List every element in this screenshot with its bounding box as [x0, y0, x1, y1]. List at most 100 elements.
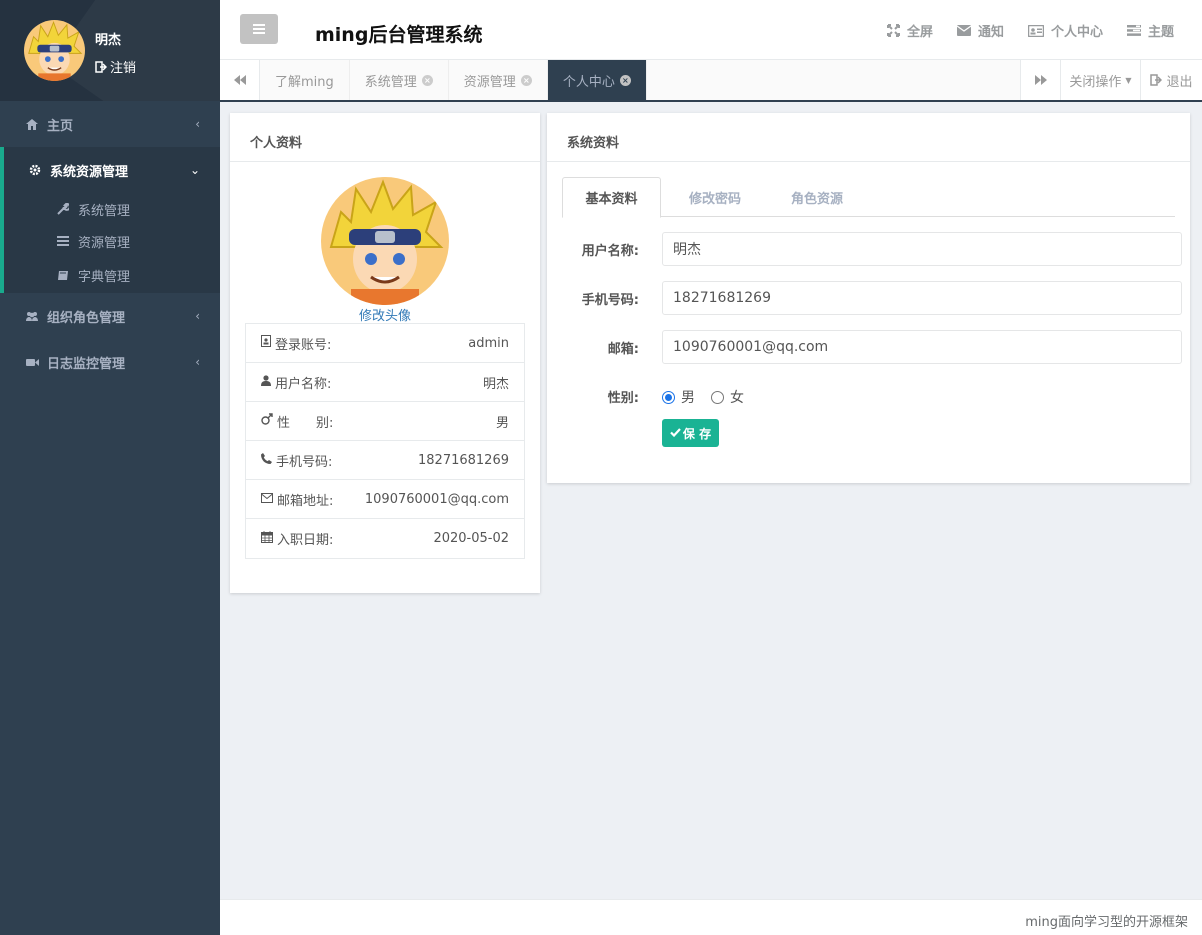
- wrench-icon: [56, 203, 70, 215]
- forward-icon: [1034, 75, 1047, 85]
- sidebar-item-resource[interactable]: 资源管理: [4, 225, 220, 257]
- tab-scroll-right-button[interactable]: [1020, 60, 1060, 100]
- male-icon: [261, 413, 273, 429]
- list-icon: [56, 236, 70, 246]
- sidebar-item-dict-label: 字典管理: [78, 269, 131, 285]
- gender-female-radio[interactable]: 女: [711, 387, 744, 407]
- tab-personal-center[interactable]: 个人中心 ×: [547, 60, 647, 100]
- sign-out-icon: [1150, 74, 1163, 86]
- profile-info-list: 登录账号: admin 用户名称: 明杰 性 别: 男 手机号码: 182716…: [245, 323, 525, 559]
- info-value: 18271681269: [418, 452, 509, 468]
- gender-row: 性别: 男 女: [547, 379, 1190, 413]
- menu-toggle-button[interactable]: [240, 14, 278, 44]
- users-icon: [25, 309, 39, 323]
- home-icon: [25, 117, 39, 131]
- tasks-icon: [1126, 25, 1141, 36]
- info-value: 男: [495, 415, 509, 431]
- list-item: 手机号码: 18271681269: [246, 441, 524, 480]
- id-card-icon: [1027, 24, 1044, 37]
- chevron-down-icon: ⌄: [189, 163, 200, 177]
- tab-basic-info[interactable]: 基本资料: [562, 177, 661, 218]
- system-panel-title: 系统资料: [547, 113, 1190, 162]
- close-operations-dropdown[interactable]: 关闭操作 ▼: [1060, 60, 1140, 100]
- chevron-left-icon: ‹: [195, 117, 200, 131]
- tab-about[interactable]: 了解ming: [260, 60, 350, 100]
- account-icon: [261, 335, 271, 351]
- save-label: 保 存: [682, 426, 712, 441]
- envelope-icon: [956, 25, 971, 36]
- nav-system-resource-label: 系统资源管理: [50, 164, 129, 180]
- exit-button[interactable]: 退出: [1140, 60, 1202, 100]
- tab-role-resources[interactable]: 角色资源: [770, 177, 864, 217]
- user-profile: 明杰 注销: [0, 0, 220, 101]
- exit-label: 退出: [1166, 74, 1193, 90]
- close-icon[interactable]: ×: [619, 74, 631, 86]
- gender-label: 性别:: [607, 391, 639, 406]
- info-label: 入职日期:: [277, 533, 334, 548]
- calendar-icon: [261, 530, 273, 547]
- theme-button[interactable]: 主题: [1126, 21, 1174, 40]
- phone-label: 手机号码:: [581, 293, 639, 308]
- personal-center-button[interactable]: 个人中心: [1027, 21, 1103, 40]
- logout-link[interactable]: 注销: [95, 57, 136, 76]
- nav-org-role[interactable]: 组织角色管理 ‹: [0, 293, 220, 339]
- close-operations-label: 关闭操作: [1069, 74, 1122, 90]
- username-field[interactable]: 明杰: [662, 232, 1182, 266]
- user-icon: [261, 374, 271, 390]
- sidebar-item-system[interactable]: 系统管理: [4, 193, 220, 225]
- envelope-icon: [261, 492, 273, 507]
- theme-label: 主题: [1147, 25, 1174, 40]
- fullscreen-label: 全屏: [906, 25, 933, 40]
- sidebar-item-dict[interactable]: 字典管理: [4, 257, 220, 293]
- sidebar: 明杰 注销 主页 ‹ 系统资源管理 ⌄ 系统管理 资源管理 字典管理 组织角色管…: [0, 0, 220, 935]
- nav-home-label: 主页: [47, 118, 74, 134]
- user-name: 明杰: [95, 33, 122, 48]
- tab-personal-center-label: 个人中心: [562, 74, 615, 90]
- gender-male-label: 男: [681, 390, 695, 406]
- nav-system-resource[interactable]: 系统资源管理 ⌄: [4, 147, 220, 193]
- tab-system[interactable]: 系统管理 ×: [349, 60, 449, 100]
- info-value: admin: [468, 335, 509, 351]
- nav-log-monitor-label: 日志监控管理: [47, 356, 126, 372]
- top-actions: 全屏 通知 个人中心 主题: [886, 21, 1174, 40]
- notify-button[interactable]: 通知: [956, 21, 1004, 40]
- list-item: 登录账号: admin: [246, 324, 524, 363]
- footer: ming面向学习型的开源框架: [220, 899, 1202, 935]
- avatar[interactable]: [321, 177, 449, 305]
- radio-unchecked-icon: [711, 390, 724, 404]
- info-label: 手机号码:: [276, 454, 333, 470]
- info-value: 1090760001@qq.com: [364, 491, 509, 507]
- fullscreen-button[interactable]: 全屏: [886, 21, 933, 40]
- profile-panel-title: 个人资料: [230, 113, 540, 162]
- sidebar-item-system-label: 系统管理: [78, 203, 131, 219]
- email-field[interactable]: 1090760001@qq.com: [662, 330, 1182, 364]
- list-item: 邮箱地址: 1090760001@qq.com: [246, 480, 524, 519]
- logout-label: 注销: [110, 61, 137, 76]
- tab-resource[interactable]: 资源管理 ×: [448, 60, 548, 100]
- gender-male-radio[interactable]: 男: [662, 387, 695, 407]
- username-label: 用户名称:: [581, 244, 639, 259]
- avatar[interactable]: [24, 20, 85, 81]
- close-icon[interactable]: ×: [421, 74, 433, 86]
- personal-center-label: 个人中心: [1050, 25, 1103, 40]
- nav-home[interactable]: 主页 ‹: [0, 101, 220, 147]
- tab-right-actions: 关闭操作 ▼ 退出: [1020, 60, 1202, 100]
- tab-scroll-left-button[interactable]: [220, 60, 260, 100]
- notify-label: 通知: [977, 25, 1004, 40]
- caret-down-icon: ▼: [1125, 75, 1132, 85]
- nav-log-monitor[interactable]: 日志监控管理 ‹: [0, 339, 220, 385]
- bars-icon: [253, 24, 265, 34]
- phone-icon: [261, 452, 272, 468]
- phone-field[interactable]: 18271681269: [662, 281, 1182, 315]
- close-icon[interactable]: ×: [520, 74, 532, 86]
- expand-icon: [886, 24, 900, 37]
- info-value: 2020-05-02: [433, 531, 509, 546]
- tab-change-password[interactable]: 修改密码: [670, 177, 760, 217]
- info-label: 登录账号:: [275, 337, 332, 353]
- save-button[interactable]: 保 存: [662, 419, 719, 447]
- nav-org-role-label: 组织角色管理: [47, 310, 126, 326]
- info-label: 邮箱地址:: [277, 493, 334, 509]
- system-panel: 系统资料 基本资料 修改密码 角色资源 用户名称: 明杰 手机号码: 18271…: [547, 113, 1190, 483]
- change-avatar-link[interactable]: 修改头像: [230, 305, 540, 324]
- profile-panel: 个人资料 修改头像 登录账号: admin 用户名称: 明杰 性 别: 男 手机…: [230, 113, 540, 593]
